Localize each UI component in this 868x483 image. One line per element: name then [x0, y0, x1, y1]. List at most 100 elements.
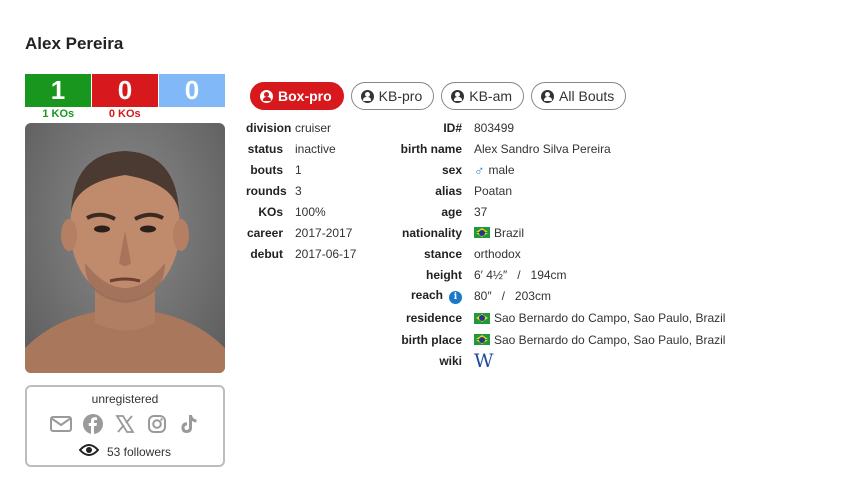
ko-stats: 1 KOs 0 KOs [25, 108, 158, 120]
info-value: Poatan [474, 183, 513, 198]
info-row-age: age 37 [390, 201, 725, 222]
x-icon[interactable] [114, 413, 136, 435]
info-label: sex [441, 162, 462, 177]
sex-value: male [488, 162, 515, 177]
info-label: KOs [258, 204, 283, 219]
info-label: birth place [401, 332, 462, 347]
info-left: division cruiser status inactive bouts 1 ro… [246, 117, 356, 264]
registration-status: unregistered [91, 392, 159, 406]
followers-row: 53 followers [27, 443, 223, 460]
info-value: 2017-06-17 [295, 246, 357, 261]
info-row-wiki: wiki W [390, 350, 725, 372]
info-value: 80″ / 203cm [474, 289, 551, 303]
info-label: rounds [246, 183, 287, 198]
info-row-sex: sex ♂ male [390, 159, 725, 180]
info-label: status [247, 141, 283, 156]
user-circle-icon [451, 89, 465, 103]
info-value: 100% [295, 204, 326, 219]
user-circle-icon [360, 89, 374, 103]
tab-kb-pro[interactable]: KB-pro [350, 82, 435, 110]
info-row-residence: residence Sao Bernardo do Campo, Sao Paul… [390, 307, 726, 329]
male-icon: ♂ [474, 161, 485, 178]
fighter-photo [25, 123, 225, 373]
info-value: inactive [295, 141, 336, 156]
info-value: Sao Bernardo do Campo, Sao Paulo, Brazil [474, 311, 725, 325]
brazil-flag-icon [474, 312, 490, 324]
info-value: cruiser [295, 120, 332, 135]
info-value: orthodox [474, 246, 521, 261]
info-label: bouts [250, 162, 283, 177]
info-value: 37 [474, 204, 488, 219]
info-right: ID# 803499 birth name Alex Sandro Silva Pe… [390, 117, 726, 372]
info-label: residence [405, 311, 462, 325]
info-row-reach: reach i 80″ / 203cm [390, 285, 725, 307]
portrait-illustration [25, 151, 225, 373]
info-value: W [474, 351, 494, 371]
info-value: 803499 [474, 120, 515, 135]
info-row-birth-name: birth name Alex Sandro Silva Pereira [390, 138, 725, 159]
tab-kb-am[interactable]: KB-am [441, 82, 525, 110]
user-circle-icon [541, 89, 555, 103]
eye-icon [78, 443, 100, 460]
info-row-debut: debut 2017-06-17 [246, 243, 356, 264]
info-label: ID# [443, 120, 462, 135]
info-label: debut [250, 246, 283, 261]
followers-count: 53 followers [106, 444, 172, 459]
facebook-icon[interactable] [82, 413, 104, 435]
info-value: Brazil [474, 226, 524, 240]
info-row-career: career 2017-2017 [246, 222, 356, 243]
info-row-birth-place: birth place Sao Bernardo do Campo, Sao Pa… [390, 329, 725, 350]
info-label: alias [435, 183, 462, 198]
nationality-value: Brazil [494, 225, 525, 240]
info-value: ♂ male [474, 162, 515, 178]
info-row-nationality: nationality Brazil [390, 222, 725, 243]
tab-all-bouts[interactable]: All Bouts [531, 82, 627, 110]
fighter-name: Alex Pereira [25, 34, 124, 53]
user-circle-icon [260, 89, 273, 103]
info-value: 3 [295, 183, 302, 198]
tab-label: KB-am [469, 88, 513, 104]
wikipedia-icon[interactable]: W [474, 351, 494, 371]
brazil-flag-icon [474, 334, 490, 345]
info-row-division: division cruiser [246, 117, 356, 138]
tab-label: KB-pro [378, 88, 423, 104]
info-value: Sao Bernardo do Campo, Sao Paulo, Brazil [474, 333, 725, 347]
info-label: reach i [390, 288, 474, 304]
info-label: age [441, 204, 462, 219]
record-bar: 1 0 0 [25, 74, 225, 107]
info-label: wiki [439, 354, 462, 368]
info-label: nationality [401, 225, 462, 240]
tab-label: All Bouts [559, 88, 615, 104]
info-row-alias: alias Poatan [390, 180, 725, 201]
instagram-icon[interactable] [146, 413, 168, 435]
reach-label: reach [410, 288, 443, 303]
info-label: stance [423, 246, 462, 261]
info-row-rounds: rounds 3 [246, 180, 356, 201]
info-icon[interactable]: i [449, 290, 462, 304]
losses-count: 0 [91, 74, 159, 107]
info-row-id: ID# 803499 [390, 117, 725, 138]
info-row-stance: stance orthodox [390, 243, 725, 264]
tab-label: Box-pro [278, 88, 332, 104]
info-label: division [246, 120, 292, 135]
social-icons [27, 413, 223, 435]
tiktok-icon[interactable] [178, 413, 200, 435]
loss-kos: 0 KOs [108, 108, 141, 120]
win-kos: 1 KOs [42, 108, 75, 120]
mail-icon[interactable] [50, 413, 72, 435]
info-label: birth name [400, 141, 462, 156]
info-label: career [246, 225, 283, 240]
brazil-flag-icon [474, 227, 490, 238]
bout-tabs: Box-pro KB-pro KB-am All Bouts [250, 82, 627, 110]
info-value: 2017-2017 [295, 225, 353, 240]
draws-count: 0 [159, 74, 225, 107]
info-row-bouts: bouts 1 [246, 159, 356, 180]
info-row-status: status inactive [246, 138, 356, 159]
residence-value[interactable]: Sao Bernardo do Campo, Sao Paulo, Brazil [494, 311, 725, 325]
info-row-height: height 6′ 4½″ / 194cm [390, 264, 725, 285]
tab-box-pro[interactable]: Box-pro [250, 82, 344, 110]
info-label: height [426, 267, 462, 282]
info-value: 1 [295, 162, 302, 177]
wins-count: 1 [25, 74, 91, 107]
birth-place-value[interactable]: Sao Bernardo do Campo, Sao Paulo, Brazil [494, 333, 725, 347]
